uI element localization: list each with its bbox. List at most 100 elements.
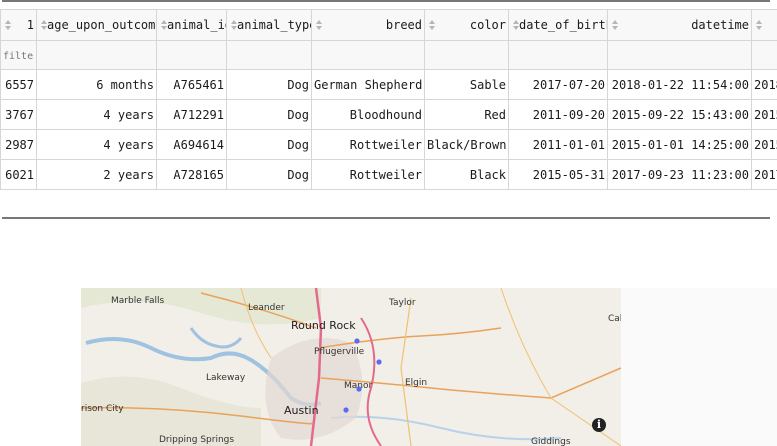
extra-cell: 2015 xyxy=(751,99,777,130)
table-row[interactable]: 6021 2 years A728165 Dog Rottweiler Blac… xyxy=(0,159,777,190)
filter-input[interactable] xyxy=(754,51,777,62)
map-label-austin: Austin xyxy=(284,404,319,417)
column-header[interactable]: color xyxy=(424,9,509,41)
table-row[interactable]: 2987 4 years A694614 Dog Rottweiler Blac… xyxy=(0,129,777,160)
sort-arrows-icon[interactable] xyxy=(41,20,48,30)
datetime-cell: 2017-09-23 11:23:00 xyxy=(607,159,752,190)
animal-id-cell: A712291 xyxy=(156,99,227,130)
map-label-giddings: Giddings xyxy=(531,437,571,446)
filter-input[interactable] xyxy=(3,51,34,62)
extra-cell: 2017 xyxy=(751,159,777,190)
filter-input[interactable] xyxy=(511,51,605,62)
row-index-cell: 3767 xyxy=(0,99,37,130)
map-label-caldwell: Cal xyxy=(608,314,621,324)
datetime-cell: 2018-01-22 11:54:00 xyxy=(607,69,752,100)
sort-arrows-icon[interactable] xyxy=(429,20,436,30)
breed-cell: Rottweiler xyxy=(311,129,425,160)
column-header[interactable]: breed xyxy=(311,9,425,41)
animal-type-cell: Dog xyxy=(226,129,312,160)
page: 1 age_upon_outcome animal_id animal_type… xyxy=(0,0,777,446)
sort-arrows-icon[interactable] xyxy=(756,20,763,30)
age-cell: 4 years xyxy=(36,129,157,160)
animal-id-cell: A765461 xyxy=(156,69,227,100)
age-cell: 4 years xyxy=(36,99,157,130)
filter-input[interactable] xyxy=(229,51,309,62)
dob-cell: 2011-01-01 xyxy=(508,129,608,160)
info-icon[interactable]: i xyxy=(592,418,606,432)
datetime-cell: 2015-01-01 14:25:00 xyxy=(607,129,752,160)
datetime-cell: 2015-09-22 15:43:00 xyxy=(607,99,752,130)
sort-arrows-icon[interactable] xyxy=(5,20,12,30)
color-cell: Red xyxy=(424,99,509,130)
age-cell: 6 months xyxy=(36,69,157,100)
dob-cell: 2015-05-31 xyxy=(508,159,608,190)
map-label-dripping-springs: Dripping Springs xyxy=(159,435,234,445)
filter-cell[interactable] xyxy=(607,40,752,70)
column-header[interactable]: datetime xyxy=(607,9,752,41)
map-label-round-rock: Round Rock xyxy=(291,319,356,332)
filter-cell[interactable] xyxy=(424,40,509,70)
filter-row xyxy=(0,40,777,70)
filter-cell[interactable] xyxy=(36,40,157,70)
filter-input[interactable] xyxy=(314,51,422,62)
dob-cell: 2011-09-20 xyxy=(508,99,608,130)
sort-arrows-icon[interactable] xyxy=(612,20,619,30)
breed-cell: Bloodhound xyxy=(311,99,425,130)
filter-cell[interactable] xyxy=(0,40,37,70)
column-header[interactable]: age_upon_outcome xyxy=(36,9,157,41)
map-side-panel xyxy=(621,288,777,446)
map-label-taylor: Taylor xyxy=(388,298,416,308)
map-marker[interactable] xyxy=(376,359,382,365)
breed-cell: Rottweiler xyxy=(311,159,425,190)
mid-divider xyxy=(2,217,770,219)
table-row[interactable]: 6557 6 months A765461 Dog German Shepher… xyxy=(0,69,777,100)
animal-type-cell: Dog xyxy=(226,159,312,190)
header-row: 1 age_upon_outcome animal_id animal_type… xyxy=(0,9,777,41)
filter-cell[interactable] xyxy=(226,40,312,70)
map-label-pflugerville: Pflugerville xyxy=(314,347,365,357)
filter-input[interactable] xyxy=(159,51,224,62)
map-label-leander: Leander xyxy=(248,303,285,313)
animal-id-cell: A694614 xyxy=(156,129,227,160)
sort-arrows-icon[interactable] xyxy=(316,20,323,30)
top-divider xyxy=(2,0,770,2)
animal-id-cell: A728165 xyxy=(156,159,227,190)
column-header[interactable]: 1 xyxy=(0,9,37,41)
map-marker[interactable] xyxy=(354,338,360,344)
column-header[interactable]: animal_id xyxy=(156,9,227,41)
map-label-elgin: Elgin xyxy=(405,378,427,388)
map-label-city: rison City xyxy=(81,404,124,414)
filter-cell[interactable] xyxy=(156,40,227,70)
dob-cell: 2017-07-20 xyxy=(508,69,608,100)
map-label-marble-falls: Marble Falls xyxy=(111,296,164,306)
map-marker[interactable] xyxy=(343,407,349,413)
filter-input[interactable] xyxy=(427,51,506,62)
animal-type-cell: Dog xyxy=(226,99,312,130)
breed-cell: German Shepherd xyxy=(311,69,425,100)
map-canvas[interactable]: Marble Falls Leander Taylor Round Rock P… xyxy=(81,288,621,446)
filter-input[interactable] xyxy=(39,51,154,62)
age-cell: 2 years xyxy=(36,159,157,190)
sort-arrows-icon[interactable] xyxy=(513,20,520,30)
sort-arrows-icon[interactable] xyxy=(231,20,238,30)
row-index-cell: 2987 xyxy=(0,129,37,160)
column-header[interactable] xyxy=(751,9,777,41)
data-table-container[interactable]: 1 age_upon_outcome animal_id animal_type… xyxy=(0,9,777,191)
sort-arrows-icon[interactable] xyxy=(161,20,168,30)
map[interactable]: Marble Falls Leander Taylor Round Rock P… xyxy=(81,288,621,446)
table-row[interactable]: 3767 4 years A712291 Dog Bloodhound Red … xyxy=(0,99,777,130)
filter-input[interactable] xyxy=(610,51,749,62)
color-cell: Sable xyxy=(424,69,509,100)
color-cell: Black/Brown xyxy=(424,129,509,160)
animal-type-cell: Dog xyxy=(226,69,312,100)
filter-cell[interactable] xyxy=(311,40,425,70)
map-label-lakeway: Lakeway xyxy=(206,373,246,383)
extra-cell: 2015 xyxy=(751,129,777,160)
column-header[interactable]: animal_type xyxy=(226,9,312,41)
map-marker[interactable] xyxy=(356,386,362,392)
column-header[interactable]: date_of_birth xyxy=(508,9,608,41)
filter-cell[interactable] xyxy=(751,40,777,70)
row-index-cell: 6021 xyxy=(0,159,37,190)
filter-cell[interactable] xyxy=(508,40,608,70)
row-index-cell: 6557 xyxy=(0,69,37,100)
